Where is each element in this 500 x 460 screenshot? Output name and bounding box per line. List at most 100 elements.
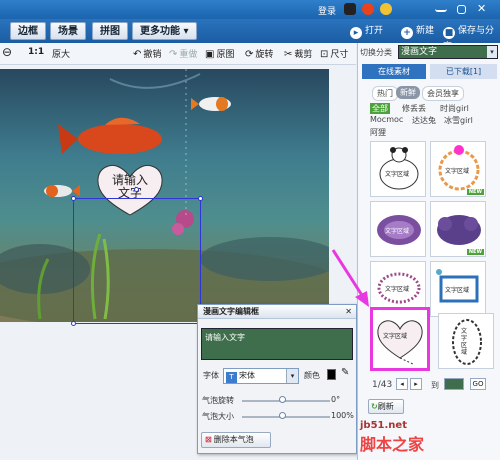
go-button[interactable]: GO [470,378,486,390]
rotate-slider-knob[interactable] [279,396,286,403]
comic-text-editor-dialog: 漫画文字编辑框 ✕ 请输入文字 字体 T 宋体 ▾ 颜色 ✎ 气泡旋转 0° 气泡… [197,304,357,454]
image-icon: ▣ [205,49,215,60]
weibo-icon[interactable] [362,3,374,15]
refresh-icon: ↻ [371,402,378,411]
qzone-icon[interactable] [380,3,392,15]
tag-all[interactable]: 全部 [370,103,390,114]
eyedropper-icon[interactable]: ✎ [341,367,349,378]
tile-label: 文字区域 [383,333,408,340]
save-share-button[interactable]: ■保存与分享 [443,23,500,52]
material-tile[interactable]: 文字区域 [430,261,486,317]
resize-icon: ⊡ [320,49,329,60]
rotate-button[interactable]: ⟳ 旋转 [245,47,273,60]
page-input[interactable] [444,378,464,390]
color-label: 颜色 [304,371,320,380]
minimize-icon[interactable] [435,3,447,12]
size-slider-knob[interactable] [279,412,286,419]
undo-button[interactable]: ↶ 撤销 [133,47,161,60]
login-link[interactable]: 登录 [318,4,336,17]
tile-label: 文字区域 [385,286,410,293]
tab-scene[interactable]: 场景 [50,22,86,40]
plus-icon: + [401,27,413,39]
title-bar: 登录 ✕ [0,0,500,19]
rotate-handle[interactable] [134,187,139,192]
next-page-button[interactable]: ▸ [410,378,422,390]
dialog-title: 漫画文字编辑框 [203,307,259,316]
tag-mocmoc[interactable]: Mocmoc [370,115,403,124]
tab-border[interactable]: 边框 [10,22,46,40]
scissors-icon: ✂ [284,49,293,60]
chevron-down-icon[interactable]: ▾ [286,369,298,383]
material-tile-selected[interactable]: 文字区域 [370,307,430,371]
material-tile[interactable]: 文字区域 [438,313,494,369]
bubble-text-input[interactable]: 请输入文字 [201,328,353,360]
tab-more-functions[interactable]: 更多功能 ▾ [132,22,197,40]
new-badge: NEW [466,249,484,255]
bubble-text[interactable]: 请输入文字 [109,174,151,200]
original-button[interactable]: ▣ 原图 [205,47,234,60]
tile-label: 文字区域 [461,328,468,356]
open-button[interactable]: ▸ 打开 [350,23,383,39]
tag-xiudiudiu[interactable]: 修丢丢 [402,103,426,114]
redo-icon: ↷ [169,49,178,60]
resize-handle[interactable] [198,196,203,201]
resize-handle[interactable] [71,321,76,326]
material-tile[interactable]: 文字区域 [370,141,426,197]
rotate-slider-track[interactable] [242,400,330,402]
prev-page-button[interactable]: ◂ [396,378,408,390]
folder-icon: ▸ [350,27,362,39]
tag-dadatu[interactable]: 达达兔 [412,115,436,126]
tag-fashion-girl[interactable]: 时尚girl [440,103,469,114]
delete-icon: ⊠ [205,435,212,444]
resize-handle[interactable] [71,196,76,201]
watermark-brand: 脚本之家 [360,435,425,454]
menu-bar: 边框 场景 拼图 更多功能 ▾ ▸打开 +新建 ■保存与分享 [0,19,500,52]
rotate-icon: ⟳ [245,49,254,60]
redo-button[interactable]: ↷ 重做 [169,47,197,60]
tab-downloaded[interactable]: 已下载[1] [430,64,497,79]
original-size-button[interactable]: 原大 [52,47,70,60]
orange-fish [44,185,80,197]
color-swatch[interactable] [327,369,336,380]
close-icon[interactable]: ✕ [477,3,489,15]
selection-box[interactable] [71,187,203,326]
filter-new[interactable]: 新鲜 [396,86,420,99]
font-label: 字体 [203,371,219,380]
crop-button[interactable]: ✂ 裁剪 [284,47,312,60]
refresh-button[interactable]: ↻刷新 [368,399,404,414]
zoom-ratio[interactable]: 1:1 [28,47,44,57]
tile-label: 文字区域 [445,287,470,294]
filter-hot[interactable]: 热门 [372,86,398,101]
material-tile[interactable]: 文字区域 NEW [430,141,486,197]
filter-vip[interactable]: 会员独享 [422,86,464,101]
restore-icon[interactable] [457,5,466,14]
font-select[interactable]: T 宋体 ▾ [223,368,299,384]
chevron-down-icon: ▾ [487,46,497,58]
truetype-icon: T [226,372,237,383]
delete-bubble-button[interactable]: ⊠ 删除本气泡 [201,432,271,448]
material-tile[interactable]: 文字区域 [370,201,426,257]
size-value: 100% [331,411,354,420]
watermark-site: jb51.net [360,420,407,431]
undo-icon: ↶ [133,49,142,60]
tile-label: 文字区域 [445,168,470,175]
watermark: jb51.net 脚本之家 [360,420,424,455]
tile-label: 文字区域 [385,171,410,178]
tag-ice-girl[interactable]: 冰雪girl [444,115,473,126]
category-select[interactable]: 漫画文字 ▾ [398,45,498,59]
size-button[interactable]: ⊡ 尺寸 [320,47,348,60]
goto-label: 到 [431,381,439,390]
material-tile[interactable]: NEW [430,201,486,257]
tab-collage[interactable]: 拼图 [92,22,128,40]
big-red-fish [58,117,162,154]
rotate-value: 0° [331,395,341,404]
tag-ali[interactable]: 阿狸 [370,127,386,138]
zoom-out-icon[interactable]: ⊖ [2,45,12,59]
tab-online-materials[interactable]: 在线素材 [362,64,426,79]
penguin-icon[interactable] [344,3,356,15]
size-slider-track[interactable] [242,416,330,418]
new-button[interactable]: + 新建 [401,23,434,39]
pointer-arrow [331,249,369,307]
material-panel: 切换分类 漫画文字 ▾ 在线素材 已下载[1] 热门 新鲜 会员独享 全部 修丢… [357,43,500,460]
edit-toolbar: ⊖ 1:1 原大 ↶ 撤销 ↷ 重做 ▣ 原图 ⟳ 旋转 ✂ 裁剪 ⊡ 尺寸 [0,43,356,65]
